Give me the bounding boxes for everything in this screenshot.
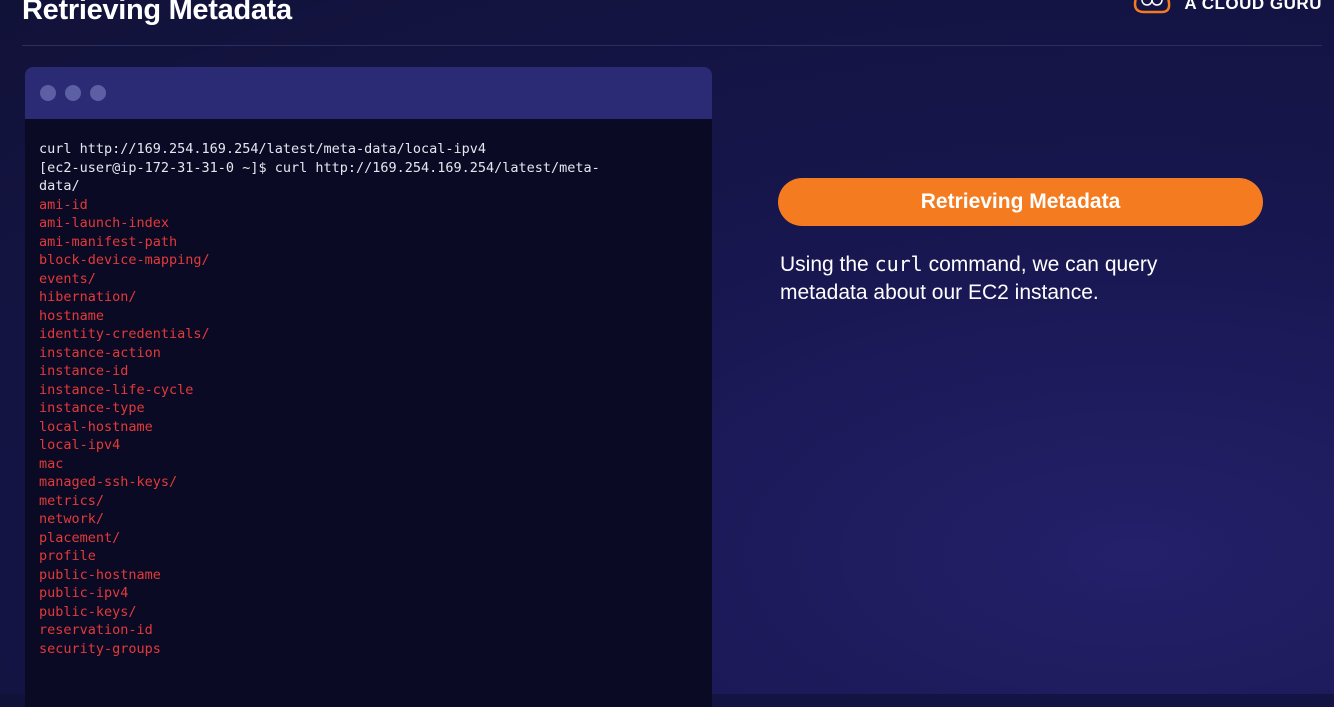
cloud-guru-logo-icon — [1134, 0, 1171, 14]
terminal-command-line: [ec2-user@ip-172-31-31-0 ~]$ curl http:/… — [39, 159, 600, 195]
brand-logo: A CLOUD GURU — [1130, 0, 1322, 16]
terminal-output-line: block-device-mapping/ — [39, 252, 210, 268]
window-dot-icon — [90, 85, 106, 101]
terminal-output-line: instance-life-cycle — [39, 381, 194, 398]
terminal-command-line: curl http://169.254.169.254/latest/meta-… — [39, 141, 487, 157]
window-dot-icon — [40, 85, 56, 101]
description-text-start: Using the — [780, 253, 875, 276]
terminal-output-line: metrics/ — [39, 492, 105, 509]
window-dot-icon — [65, 85, 81, 101]
brand-name: A CLOUD GURU — [1184, 0, 1322, 13]
terminal-output-line: local-ipv4 — [39, 437, 121, 453]
terminal-output-line: hibernation/ — [39, 289, 137, 305]
section-heading-pill: Retrieving Metadata — [778, 178, 1263, 226]
terminal-titlebar — [25, 67, 712, 119]
terminal-output-line: public-ipv4 — [39, 585, 129, 601]
terminal-output-line: instance-type — [39, 400, 145, 416]
terminal-output-line: ami-manifest-path — [39, 233, 178, 250]
terminal-output-line: instance-id — [39, 363, 129, 379]
terminal-output-line: events/ — [39, 270, 96, 287]
description-code-word: curl — [874, 252, 923, 276]
terminal-output-line: reservation-id — [39, 622, 153, 638]
terminal-output: curl http://169.254.169.254/latest/meta-… — [39, 140, 622, 658]
terminal-output-line: identity-credentials/ — [39, 326, 210, 342]
terminal-output-line: network/ — [39, 511, 105, 527]
terminal-output-line: local-hostname — [39, 418, 153, 435]
terminal-output-line: security-groups — [39, 640, 161, 657]
slide-title: Retrieving Metadata — [22, 0, 292, 26]
terminal-output-line: profile — [39, 548, 96, 564]
terminal-output-line: mac — [39, 455, 64, 472]
terminal-output-line: managed-ssh-keys/ — [39, 474, 178, 490]
description-text: Using the curl command, we can query met… — [780, 250, 1250, 307]
terminal-output-line: ami-id — [39, 196, 88, 213]
terminal-output-line: public-hostname — [39, 566, 161, 583]
terminal-output-line: ami-launch-index — [39, 215, 170, 231]
terminal-output-line: hostname — [39, 307, 105, 324]
terminal-window: curl http://169.254.169.254/latest/meta-… — [25, 67, 712, 707]
header-divider — [22, 45, 1322, 46]
terminal-output-line: placement/ — [39, 529, 121, 546]
terminal-output-line: instance-action — [39, 344, 161, 361]
terminal-output-line: public-keys/ — [39, 603, 137, 620]
